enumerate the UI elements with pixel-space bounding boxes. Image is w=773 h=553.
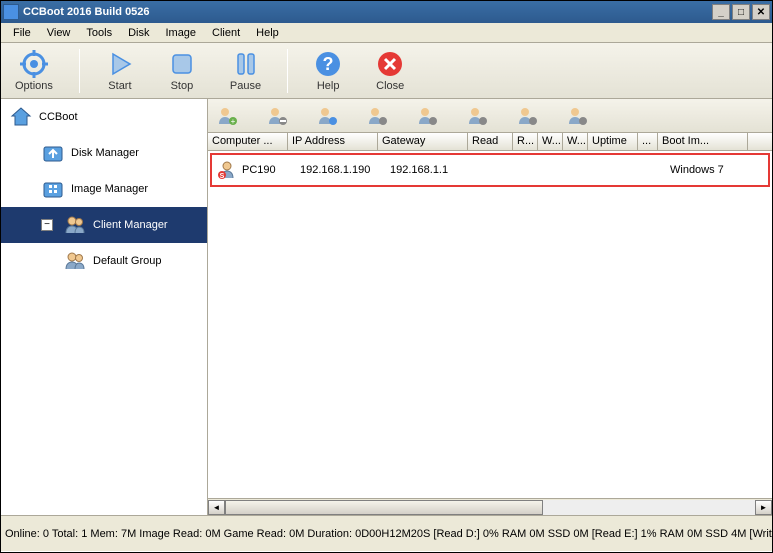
client-tool-2-icon[interactable] [264,103,290,129]
pause-label: Pause [230,80,261,92]
cell-w2 [571,168,596,172]
app-icon [3,4,19,20]
cell-gateway: 192.168.1.1 [386,162,476,178]
tree-image-label: Image Manager [71,183,148,195]
close-icon [376,50,404,78]
col-dots[interactable]: ... [638,133,658,150]
col-w2[interactable]: W... [563,133,588,150]
help-button[interactable]: ? Help [306,48,350,94]
client-panel: + Computer ... IP Address Gateway Read R… [208,99,772,515]
menu-help[interactable]: Help [248,25,287,41]
horizontal-scrollbar[interactable]: ◄ ► [208,498,772,515]
tree-disk-manager[interactable]: Disk Manager [1,135,207,171]
body-split: CCBoot Disk Manager Image Manager − Clie… [1,99,772,515]
cell-computer: PC190 [238,162,296,178]
client-tool-5-icon[interactable] [414,103,440,129]
client-tool-1-icon[interactable]: + [214,103,240,129]
close-label: Close [376,80,404,92]
stop-button[interactable]: Stop [160,48,204,94]
image-icon [41,177,65,201]
tree-image-manager[interactable]: Image Manager [1,171,207,207]
gear-icon [20,50,48,78]
menu-tools[interactable]: Tools [78,25,120,41]
client-tool-4-icon[interactable] [364,103,390,129]
tree-client-manager[interactable]: − Client Manager [1,207,207,243]
options-button[interactable]: Options [7,48,61,94]
client-tool-6-icon[interactable] [464,103,490,129]
tree-root-label: CCBoot [39,111,78,123]
svg-text:?: ? [323,54,334,74]
cell-boot: Windows 7 [666,162,756,178]
start-button[interactable]: Start [98,48,142,94]
scroll-right-button[interactable]: ► [755,500,772,515]
menu-disk[interactable]: Disk [120,25,157,41]
toolbar-separator [287,49,288,93]
close-button[interactable]: Close [368,48,412,94]
client-tool-8-icon[interactable] [564,103,590,129]
col-read[interactable]: Read [468,133,513,150]
cell-dots [646,168,666,172]
menu-bar: File View Tools Disk Image Client Help [1,23,772,43]
grid-body: S PC190 192.168.1.190 192.168.1.1 Window… [208,151,772,498]
home-icon [9,105,33,129]
close-window-button[interactable]: ✕ [752,4,770,20]
col-r[interactable]: R... [513,133,538,150]
stop-label: Stop [171,80,194,92]
tree-client-label: Client Manager [93,219,168,231]
client-toolbar: + [208,99,772,133]
grid-header: Computer ... IP Address Gateway Read R..… [208,133,772,151]
client-tool-3-icon[interactable] [314,103,340,129]
tree-disk-label: Disk Manager [71,147,139,159]
main-toolbar: Options Start Stop Pause ? [1,43,772,99]
col-computer[interactable]: Computer ... [208,133,288,150]
options-label: Options [15,80,53,92]
status-bar: Online: 0 Total: 1 Mem: 7M Image Read: 0… [1,515,772,551]
pause-button[interactable]: Pause [222,48,269,94]
stop-icon [168,50,196,78]
cell-w [546,168,571,172]
status-text: Online: 0 Total: 1 Mem: 7M Image Read: 0… [5,528,772,540]
client-tool-7-icon[interactable] [514,103,540,129]
start-label: Start [108,80,131,92]
col-uptime[interactable]: Uptime [588,133,638,150]
client-row-icon: S [216,159,238,181]
cell-r [521,168,546,172]
menu-client[interactable]: Client [204,25,248,41]
disk-icon [41,141,65,165]
tree-default-group-label: Default Group [93,255,161,267]
help-label: Help [317,80,340,92]
nav-panel: CCBoot Disk Manager Image Manager − Clie… [1,99,208,515]
col-w[interactable]: W... [538,133,563,150]
col-boot[interactable]: Boot Im... [658,133,748,150]
scroll-left-button[interactable]: ◄ [208,500,225,515]
play-icon [106,50,134,78]
cell-ip: 192.168.1.190 [296,162,386,178]
collapse-icon[interactable]: − [41,219,53,231]
group-icon [63,249,87,273]
col-gateway[interactable]: Gateway [378,133,468,150]
window-title: CCBoot 2016 Build 0526 [23,6,712,18]
minimize-button[interactable]: _ [712,4,730,20]
toolbar-separator [79,49,80,93]
svg-text:S: S [220,173,225,180]
help-icon: ? [314,50,342,78]
maximize-button[interactable]: □ [732,4,750,20]
users-icon [63,213,87,237]
scroll-thumb[interactable] [225,500,543,515]
col-ip[interactable]: IP Address [288,133,378,150]
tree-default-group[interactable]: Default Group [1,243,207,279]
menu-file[interactable]: File [5,25,39,41]
title-bar: CCBoot 2016 Build 0526 _ □ ✕ [1,1,772,23]
table-row[interactable]: S PC190 192.168.1.190 192.168.1.1 Window… [210,153,770,187]
scroll-track[interactable] [225,500,755,515]
pause-icon [232,50,260,78]
svg-text:+: + [231,117,236,126]
menu-image[interactable]: Image [157,25,204,41]
menu-view[interactable]: View [39,25,79,41]
cell-read [476,168,521,172]
tree-root-ccboot[interactable]: CCBoot [1,99,207,135]
cell-uptime [596,168,646,172]
